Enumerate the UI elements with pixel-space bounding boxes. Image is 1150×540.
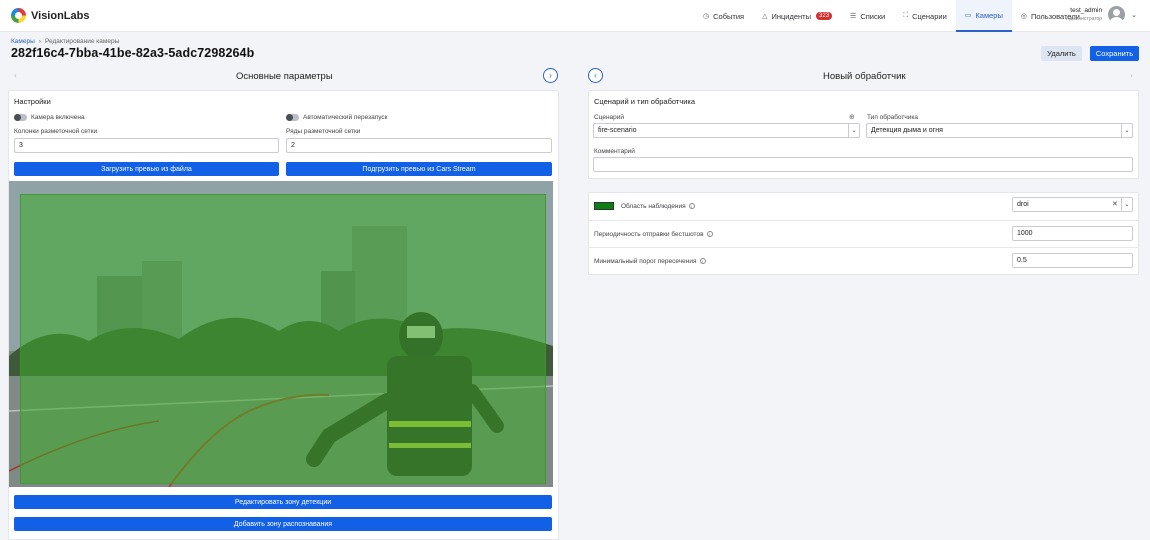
- nav-item-events[interactable]: ◷ События: [694, 0, 753, 32]
- camera-icon: ▭: [964, 12, 972, 19]
- grid-columns-input[interactable]: 3: [14, 138, 279, 153]
- comment-input[interactable]: [593, 157, 1133, 172]
- clear-icon[interactable]: ✕: [1112, 200, 1118, 208]
- right-section-title: Новый обработчик: [823, 71, 906, 82]
- main-nav: ◷ События △ Инциденты 323 ☰ Списки ⛶ Сце…: [694, 0, 1089, 32]
- row-divider: [588, 220, 1139, 221]
- user-info: test_admin Администратор: [1066, 7, 1102, 23]
- user-role: Администратор: [1066, 15, 1103, 22]
- bestshot-label-text: Периодичность отправки бестшотов: [594, 231, 704, 238]
- auto-restart-toggle[interactable]: [286, 114, 299, 121]
- nav-item-label: Сценарии: [912, 11, 947, 21]
- info-icon[interactable]: i: [688, 203, 695, 210]
- settings-card-title: Настройки: [14, 97, 51, 106]
- delete-button[interactable]: Удалить: [1041, 46, 1082, 61]
- nav-item-label: Инциденты: [771, 11, 812, 21]
- next-handler-arrow-icon[interactable]: ›: [1124, 68, 1139, 83]
- camera-enabled-label: Камера включена: [31, 114, 85, 121]
- upload-preview-button[interactable]: Загрузить превью из файла: [14, 162, 279, 176]
- handler-type-select[interactable]: Детекция дыма и огня: [866, 123, 1133, 138]
- next-section-arrow-icon[interactable]: ›: [543, 68, 558, 83]
- breadcrumb: Камеры › Редактирование камеры: [11, 38, 119, 45]
- page-title: 282f16c4-7bba-41be-82a3-5adc7298264b: [11, 46, 255, 60]
- brand-logo[interactable]: VisionLabs: [11, 8, 89, 23]
- bestshot-interval-input[interactable]: 1000: [1012, 226, 1133, 241]
- roi-color-swatch[interactable]: [594, 202, 614, 210]
- list-icon: ☰: [850, 13, 857, 20]
- scenario-icon: ⛶: [903, 12, 909, 19]
- nav-item-label: Списки: [860, 11, 886, 21]
- save-button[interactable]: Сохранить: [1090, 46, 1139, 61]
- info-icon[interactable]: i: [699, 258, 706, 265]
- nav-item-scenarios[interactable]: ⛶ Сценарии: [894, 0, 956, 32]
- users-icon: ◎: [1020, 13, 1027, 20]
- camera-preview-image[interactable]: [9, 181, 553, 487]
- nav-item-label: Камеры: [975, 10, 1003, 20]
- breadcrumb-current: Редактирование камеры: [44, 38, 120, 45]
- left-section-title: Основные параметры: [236, 71, 333, 82]
- breadcrumb-separator: ›: [38, 38, 41, 45]
- camera-enabled-toggle[interactable]: [14, 114, 27, 121]
- nav-item-label: События: [713, 11, 745, 21]
- handler-type-label: Тип обработчика: [867, 114, 919, 121]
- detection-zone-overlay[interactable]: [20, 194, 546, 484]
- chevron-down-icon[interactable]: ⌄: [1121, 198, 1132, 211]
- grid-columns-label: Колонки разметочной сетки: [14, 128, 98, 135]
- prev-section-arrow-icon[interactable]: ‹: [8, 68, 23, 83]
- brand-name: VisionLabs: [31, 9, 90, 22]
- top-navigation-bar: VisionLabs ◷ События △ Инциденты 323 ☰ С…: [0, 0, 1150, 32]
- roi-label-text: Область наблюдения: [621, 203, 686, 210]
- roi-label: Область наблюдения i: [621, 203, 695, 210]
- nav-item-incidents[interactable]: △ Инциденты 323: [753, 0, 841, 32]
- threshold-input[interactable]: 0.5: [1012, 253, 1133, 268]
- bestshot-label: Периодичность отправки бестшотов i: [594, 231, 713, 238]
- stream-preview-button[interactable]: Подгрузить превью из Cars Stream: [286, 162, 552, 176]
- chevron-down-icon[interactable]: ⌄: [1131, 11, 1137, 19]
- auto-restart-label: Автоматический перезапуск: [303, 114, 388, 121]
- threshold-label-text: Минимальный порог пересечения: [594, 258, 697, 265]
- chevron-down-icon[interactable]: ⌄: [1121, 124, 1132, 137]
- threshold-label: Минимальный порог пересечения i: [594, 258, 706, 265]
- breadcrumb-cameras-link[interactable]: Камеры: [11, 38, 35, 45]
- prev-handler-arrow-icon[interactable]: ‹: [588, 68, 603, 83]
- scenario-label: Сценарий: [594, 114, 625, 121]
- alert-triangle-icon: △: [762, 13, 768, 20]
- user-menu[interactable]: test_admin Администратор ⌄: [1066, 6, 1137, 23]
- scenario-select[interactable]: fire-scenario: [593, 123, 860, 138]
- comment-label: Комментарий: [594, 148, 635, 155]
- scenario-handler-card-title: Сценарий и тип обработчика: [594, 97, 696, 106]
- nav-item-lists[interactable]: ☰ Списки: [841, 0, 894, 32]
- visionlabs-logo-icon: [11, 8, 26, 23]
- grid-rows-input[interactable]: 2: [286, 138, 552, 153]
- info-icon[interactable]: i: [706, 231, 713, 238]
- incidents-count-badge: 323: [816, 12, 833, 20]
- user-name: test_admin: [1070, 6, 1103, 14]
- row-divider: [588, 247, 1139, 248]
- add-recognition-zone-button[interactable]: Добавить зону распознавания: [14, 517, 552, 531]
- nav-item-cameras[interactable]: ▭ Камеры: [955, 0, 1012, 32]
- avatar-icon[interactable]: [1108, 6, 1126, 23]
- edit-detection-zone-button[interactable]: Редактировать зону детекции: [14, 495, 552, 509]
- grid-rows-label: Ряды разметочной сетки: [286, 128, 361, 135]
- clock-icon: ◷: [703, 13, 710, 20]
- chevron-down-icon[interactable]: ⌄: [848, 124, 859, 137]
- add-circle-icon[interactable]: ⊕: [849, 113, 855, 121]
